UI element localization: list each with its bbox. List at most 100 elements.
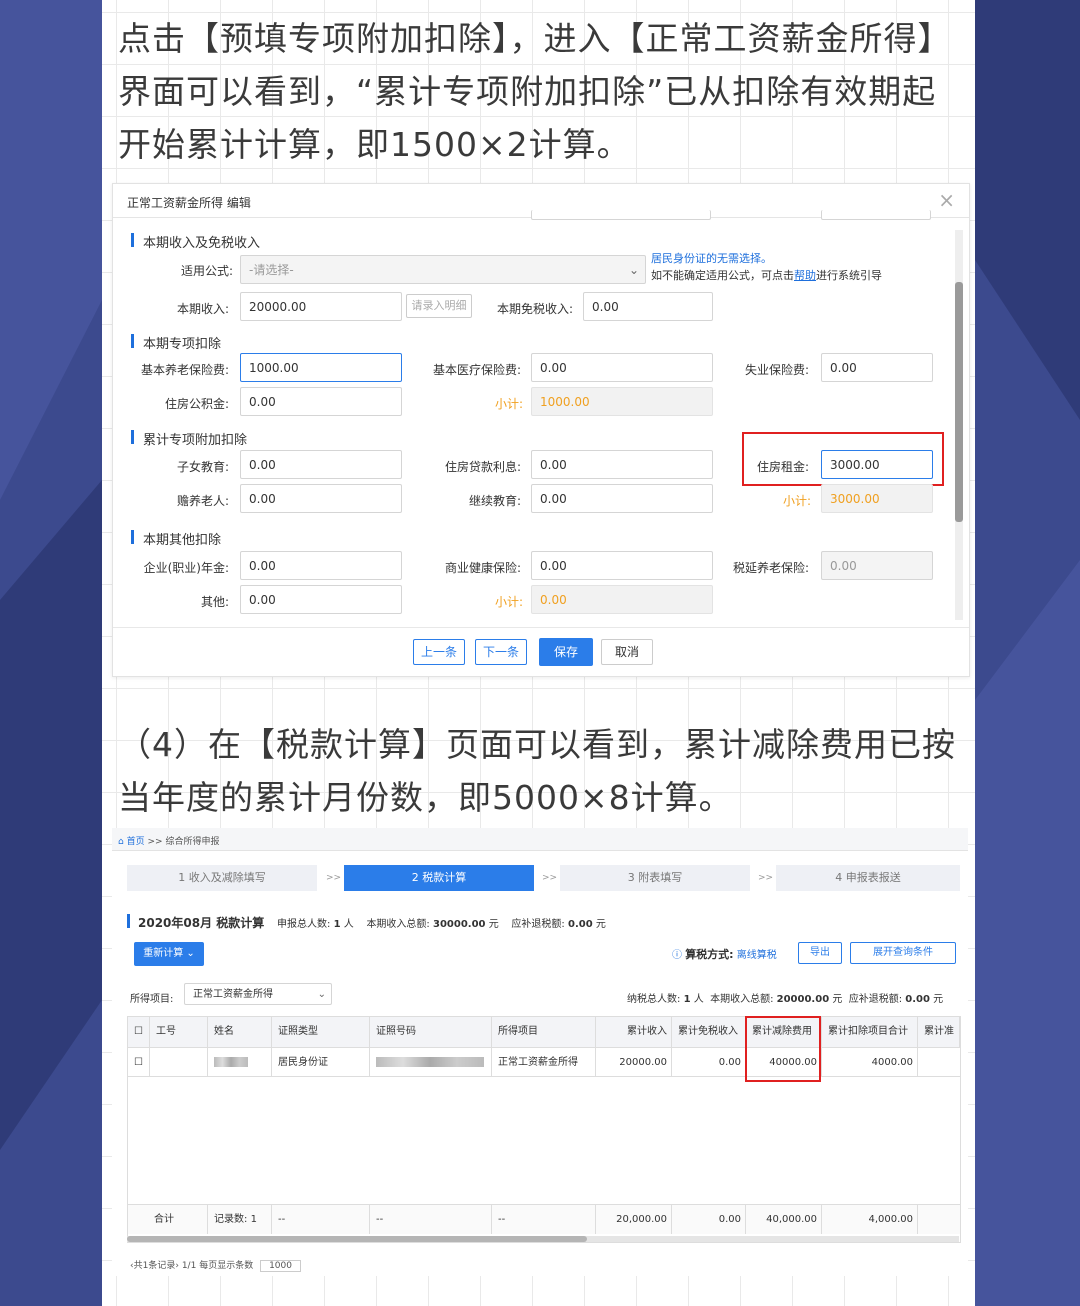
close-icon[interactable]: × [938, 188, 955, 212]
annuity-input[interactable]: 0.00 [240, 551, 402, 580]
other-subtotal-label: 小计: [494, 595, 523, 609]
section-income: 本期收入及免税收入 [131, 232, 260, 251]
step-arrow: >> [326, 873, 342, 883]
income-input[interactable]: 20000.00 [240, 292, 402, 321]
expand-query-button[interactable]: 展开查询条件 [850, 942, 956, 964]
scrollbar-thumb[interactable] [955, 282, 963, 522]
child-edu-label: 子女教育: [176, 460, 229, 474]
cumulative-subtotal-label: 小计: [782, 494, 811, 508]
per-page-label: 每页显示条数 [199, 1261, 254, 1271]
housing-fund-input[interactable]: 0.00 [240, 387, 402, 416]
refund: 0.00 [567, 919, 593, 930]
health-insurance-label: 商业健康保险: [444, 561, 521, 575]
row-checkbox[interactable]: ☐ [128, 1047, 150, 1077]
table-header[interactable]: 证照类型 [272, 1017, 370, 1047]
section-special: 本期专项扣除 [131, 333, 221, 352]
table-cell: 0.00 [672, 1047, 746, 1077]
formula-select[interactable]: -请选择- ⌄ [240, 255, 646, 284]
select-all-checkbox[interactable]: ☐ [128, 1017, 150, 1047]
highlight-box [745, 1016, 821, 1082]
summary-line: 2020年08月 税款计算 申报总人数: 1 人 本期收入总额: 30000.0… [138, 914, 606, 931]
pager-page: 1/1 [181, 1261, 197, 1271]
yuan-unit: 元 [595, 919, 606, 930]
redacted-name [214, 1057, 248, 1067]
tax-calc-screen: ⌂ 首页 >> 综合所得申报 1 收入及减除填写 >> 2 税款计算 >> 3 … [112, 828, 968, 1276]
taxfree-label: 本期免税收入: [496, 302, 573, 316]
footer-cell: -- [492, 1204, 596, 1234]
taxpayer-count: 1 [683, 994, 691, 1005]
income-total-label: 本期收入总额: [366, 919, 430, 930]
records-label: 记录数: [214, 1214, 248, 1225]
table-header[interactable]: 姓名 [208, 1017, 272, 1047]
method-info: ⓘ 算税方式: 离线算税 [672, 946, 777, 962]
child-edu-input[interactable]: 0.00 [240, 450, 402, 479]
home-icon[interactable]: ⌂ [118, 837, 127, 847]
method-value[interactable]: 离线算税 [737, 950, 777, 961]
step-4[interactable]: 4 申报表报送 [776, 865, 960, 891]
chevron-down-icon: ⌄ [317, 989, 326, 1000]
export-button[interactable]: 导出 [798, 942, 842, 964]
dialog-title: 正常工资薪金所得 编辑 [127, 196, 251, 210]
footer-sum: 合计 [128, 1204, 208, 1234]
continuing-edu-input[interactable]: 0.00 [531, 484, 713, 513]
table-header[interactable]: 证照号码 [370, 1017, 492, 1047]
breadcrumb-sep: >> [147, 837, 163, 847]
prev-button[interactable]: 上一条 [413, 639, 465, 665]
next-button[interactable]: 下一条 [475, 639, 527, 665]
chevron-down-icon: ⌄ [628, 263, 639, 277]
footer-cell [918, 1204, 960, 1234]
table-header[interactable]: 累计扣除项目合计 [822, 1017, 918, 1047]
step-2[interactable]: 2 税款计算 [344, 865, 534, 891]
cumulative-subtotal-value: 3000.00 [821, 484, 933, 513]
step-3[interactable]: 3 附表填写 [560, 865, 750, 891]
medical-input[interactable]: 0.00 [531, 353, 713, 382]
horizontal-scrollbar[interactable] [127, 1236, 959, 1242]
refund-label: 应补退税额: [511, 919, 565, 930]
help-link[interactable]: 帮助 [794, 269, 816, 282]
item-select[interactable]: 正常工资薪金所得 ⌄ [184, 983, 332, 1005]
taxfree-input[interactable]: 0.00 [583, 292, 713, 321]
table-header[interactable]: 工号 [150, 1017, 208, 1047]
divider [113, 627, 969, 628]
income-total2-label: 本期收入总额: [710, 994, 774, 1005]
unemployment-input[interactable]: 0.00 [821, 353, 933, 382]
loan-interest-input[interactable]: 0.00 [531, 450, 713, 479]
other-input[interactable]: 0.00 [240, 585, 402, 614]
table-header[interactable]: 累计免税收入 [672, 1017, 746, 1047]
cancel-button[interactable]: 取消 [601, 639, 653, 665]
table-header[interactable]: 所得项目 [492, 1017, 596, 1047]
save-button[interactable]: 保存 [539, 638, 593, 666]
table-cell: 正常工资薪金所得 [492, 1047, 596, 1077]
edit-dialog: 正常工资薪金所得 编辑 × 本期收入及免税收入 适用公式: -请选择- ⌄ 居民身… [112, 183, 970, 677]
tax-pension-label: 税延养老保险: [732, 561, 809, 575]
declare-count-label: 申报总人数: [277, 919, 331, 930]
formula-helper: 居民身份证的无需选择。 如不能确定适用公式，可点击帮助进行系统引导 [651, 250, 882, 284]
chevron-down-icon: ⌄ [186, 948, 195, 959]
health-insurance-input[interactable]: 0.00 [531, 551, 713, 580]
rent-input[interactable]: 3000.00 [821, 450, 933, 479]
per-page-input[interactable]: 1000 [260, 1260, 301, 1272]
period-title: 2020年08月 税款计算 [138, 916, 265, 930]
footer-records: 记录数: 1 [208, 1204, 272, 1234]
step-1[interactable]: 1 收入及减除填写 [127, 865, 317, 891]
footer-cell: -- [370, 1204, 492, 1234]
title-bar-mark [127, 914, 130, 928]
breadcrumb-page: 综合所得申报 [165, 837, 220, 847]
dialog-scrollbar[interactable] [955, 230, 963, 620]
formula-select-value: -请选择- [249, 263, 294, 277]
pension-label: 基本养老保险费: [140, 363, 229, 377]
special-subtotal-value: 1000.00 [531, 387, 713, 416]
scrollbar-thumb[interactable] [127, 1236, 587, 1242]
id-number-redacted [370, 1047, 492, 1077]
elder-input[interactable]: 0.00 [240, 484, 402, 513]
caption-paragraph-1: 点击【预填专项附加扣除】，进入【正常工资薪金所得】界面可以看到，“累计专项附加扣… [118, 19, 952, 164]
pension-input[interactable]: 1000.00 [240, 353, 402, 382]
next-page-icon[interactable]: › [175, 1261, 179, 1271]
footer-cell: 40,000.00 [746, 1204, 822, 1234]
method-label: 算税方式: [685, 948, 734, 961]
recalc-button[interactable]: 重新计算 ⌄ [134, 942, 204, 966]
breadcrumb-home[interactable]: 首页 [127, 837, 145, 847]
table-header[interactable]: 累计收入 [596, 1017, 672, 1047]
table-header[interactable]: 累计准 [918, 1017, 960, 1047]
person-unit: 人 [693, 994, 704, 1005]
